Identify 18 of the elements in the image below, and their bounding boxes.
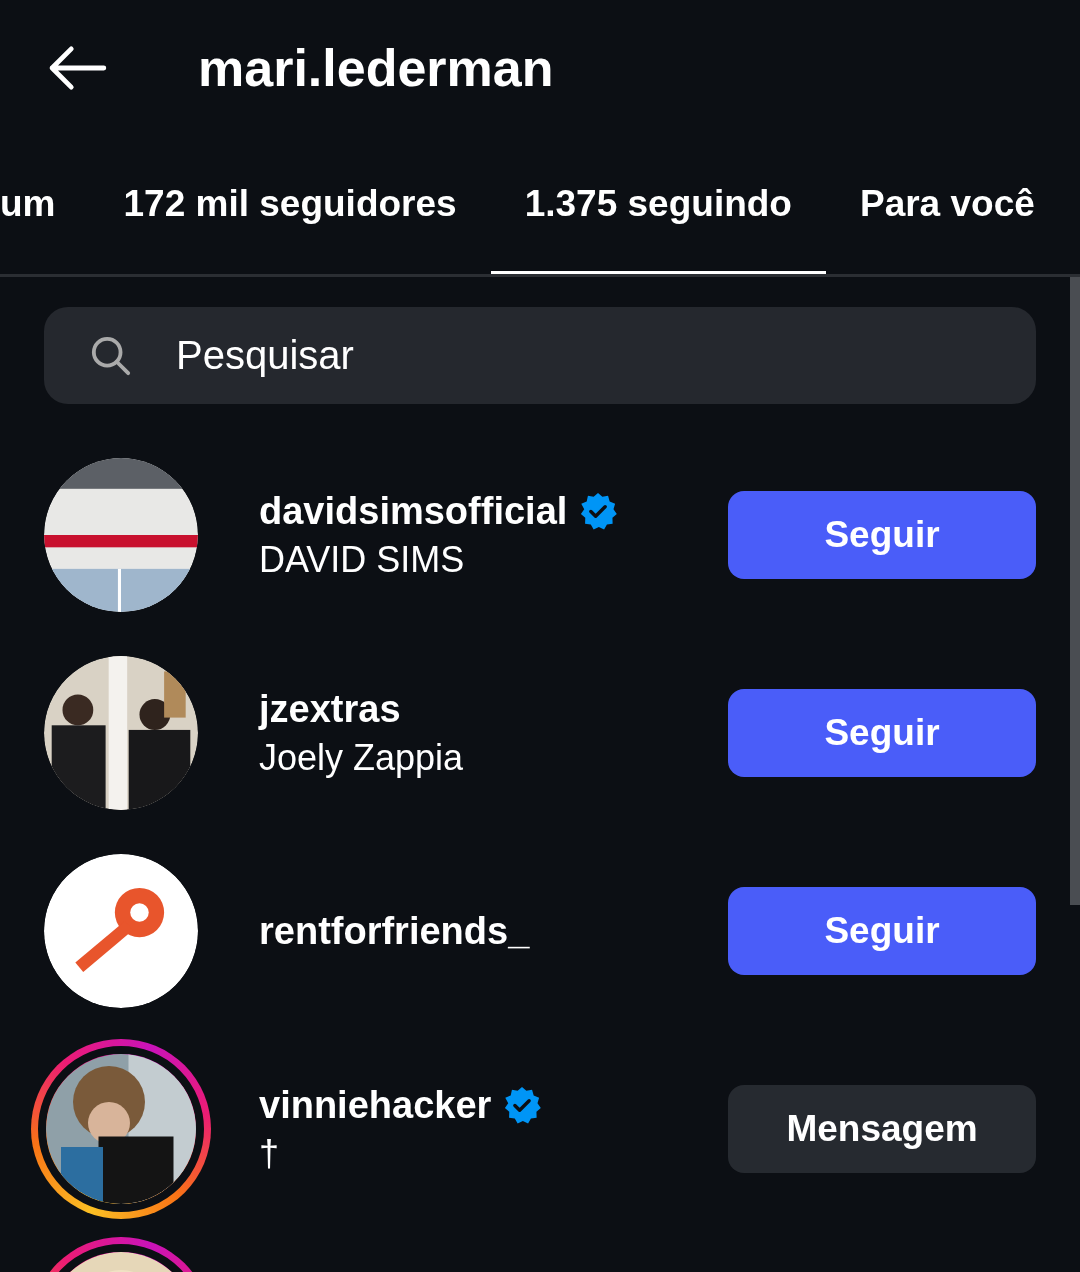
full-name: †	[259, 1132, 281, 1175]
message-button[interactable]: Mensagem	[728, 1085, 1036, 1173]
follow-button[interactable]: Seguir	[728, 491, 1036, 579]
profile-title: mari.lederman	[198, 38, 554, 98]
scrollbar[interactable]	[1070, 277, 1080, 905]
username[interactable]: davidsimsofficial	[259, 489, 568, 533]
username[interactable]: rentforfriends_	[259, 909, 530, 953]
tab[interactable]: 1.375 seguindo	[490, 136, 826, 274]
tab[interactable]: 172 mil seguidores	[89, 136, 491, 274]
full-name: Joely Zappia	[259, 736, 465, 779]
tab[interactable]: Para você	[825, 136, 1069, 274]
follow-button[interactable]: Seguir	[728, 689, 1036, 777]
tab[interactable]: um	[0, 136, 90, 274]
username[interactable]: vinniehacker	[259, 1083, 492, 1127]
follow-button[interactable]: Seguir	[728, 887, 1036, 975]
username[interactable]: jzextras	[259, 687, 401, 731]
full-name: DAVID SIMS	[259, 538, 466, 581]
search-field[interactable]: Pesquisar	[44, 307, 1036, 404]
